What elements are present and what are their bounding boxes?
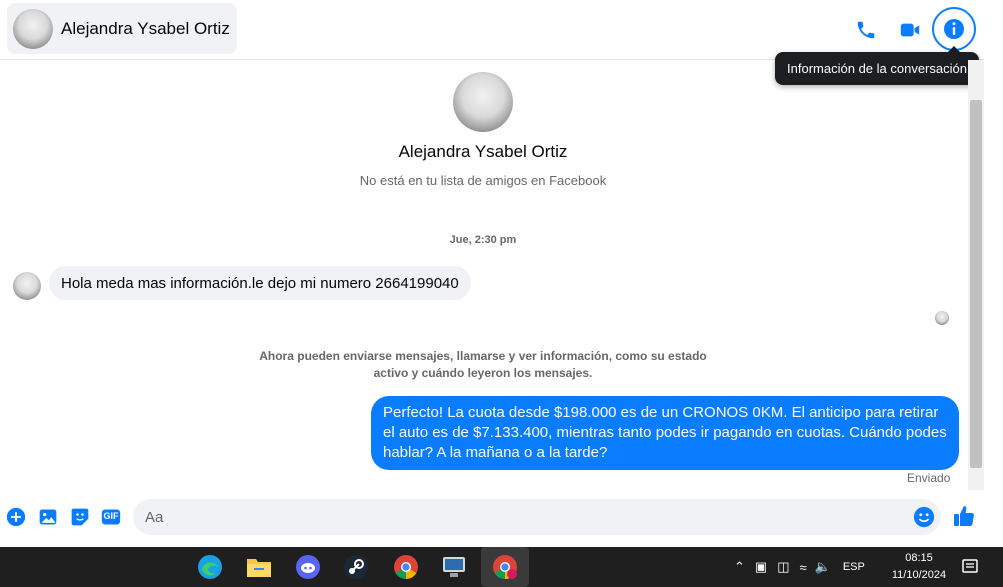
system-note-line1: Ahora pueden enviarse mensajes, llamarse… <box>259 349 707 363</box>
incoming-message-bubble[interactable]: Hola meda mas información.le dejo mi num… <box>49 266 471 300</box>
taskbar-file-explorer[interactable] <box>245 553 273 581</box>
messenger-window: Alejandra Ysabel Ortiz Información de la… <box>0 0 1003 587</box>
chrome-icon <box>394 555 418 579</box>
discord-icon <box>296 555 320 579</box>
system-tray: ⌃ ▣ ◫ ≈ 🔈 ESP <box>734 547 865 587</box>
monitor-icon <box>443 557 465 577</box>
read-receipt-avatar <box>935 311 949 325</box>
profile-avatar[interactable] <box>453 72 513 132</box>
contact-name: Alejandra Ysabel Ortiz <box>61 18 230 38</box>
conversation-info-button[interactable] <box>932 7 976 51</box>
message-status: Enviado <box>907 471 951 485</box>
sticker-button[interactable] <box>69 506 91 528</box>
plus-icon <box>6 507 26 527</box>
emoji-icon <box>913 506 935 528</box>
scrollbar-thumb[interactable] <box>970 100 982 468</box>
clock-date: 11/10/2024 <box>891 569 947 581</box>
clock-time: 08:15 <box>905 552 933 564</box>
battery-icon[interactable]: ◫ <box>777 559 789 575</box>
phone-icon <box>857 21 875 39</box>
volume-icon[interactable]: 🔈 <box>815 559 831 575</box>
conversation-info-tooltip: Información de la conversación <box>775 46 979 85</box>
like-button[interactable] <box>952 504 976 528</box>
image-icon <box>39 509 57 525</box>
clock[interactable]: 08:15 11/10/2024 <box>886 550 952 584</box>
steam-icon <box>344 555 368 579</box>
emoji-button[interactable] <box>913 506 935 528</box>
attach-image-button[interactable] <box>37 506 59 528</box>
like-icon <box>954 506 974 526</box>
taskbar-network-app[interactable] <box>440 553 468 581</box>
contact-avatar <box>13 8 53 49</box>
profile-name: Alejandra Ysabel Ortiz <box>398 142 568 161</box>
taskbar-discord[interactable] <box>294 553 322 581</box>
edge-browser-icon <box>198 555 222 579</box>
audio-call-button[interactable] <box>846 10 886 50</box>
update-icon[interactable]: ▣ <box>755 559 767 575</box>
window-edge <box>984 0 1003 547</box>
message-input[interactable] <box>133 499 903 535</box>
taskbar-steam[interactable] <box>342 553 370 581</box>
conversation-header: Alejandra Ysabel Ortiz <box>0 0 1003 60</box>
folder-icon <box>247 559 271 577</box>
video-call-button[interactable] <box>890 10 930 50</box>
show-hidden-icons-chevron-icon[interactable]: ⌃ <box>734 559 745 575</box>
taskbar-edge[interactable] <box>196 553 224 581</box>
notification-icon <box>962 559 978 573</box>
taskbar-chrome-active[interactable] <box>481 547 529 587</box>
message-input-box <box>133 499 941 535</box>
wifi-icon[interactable]: ≈ <box>800 560 807 575</box>
info-icon <box>944 19 964 39</box>
gif-button[interactable]: GIF <box>100 506 122 528</box>
windows-taskbar: ⌃ ▣ ◫ ≈ 🔈 ESP 08:15 11/10/2024 <box>0 547 1003 587</box>
notifications-button[interactable] <box>958 553 982 581</box>
outgoing-message-bubble[interactable]: Perfecto! La cuota desde $198.000 es de … <box>371 396 959 470</box>
sender-avatar[interactable] <box>13 272 41 300</box>
contact-chip[interactable]: Alejandra Ysabel Ortiz <box>7 3 237 54</box>
message-timestamp: Jue, 2:30 pm <box>449 234 517 246</box>
language-indicator[interactable]: ESP <box>843 561 865 573</box>
message-composer: GIF <box>0 490 984 547</box>
system-note: Ahora pueden enviarse mensajes, llamarse… <box>253 348 713 382</box>
chrome-profile-icon <box>493 555 517 579</box>
system-note-line2: activo y cuándo leyeron los mensajes. <box>373 366 593 380</box>
sticker-icon <box>71 508 89 526</box>
profile-subtitle: No está en tu lista de amigos en Faceboo… <box>359 173 607 188</box>
taskbar-chrome[interactable] <box>392 553 420 581</box>
gif-label: GIF <box>103 511 119 521</box>
video-call-icon <box>900 23 920 37</box>
more-actions-button[interactable] <box>5 506 27 528</box>
